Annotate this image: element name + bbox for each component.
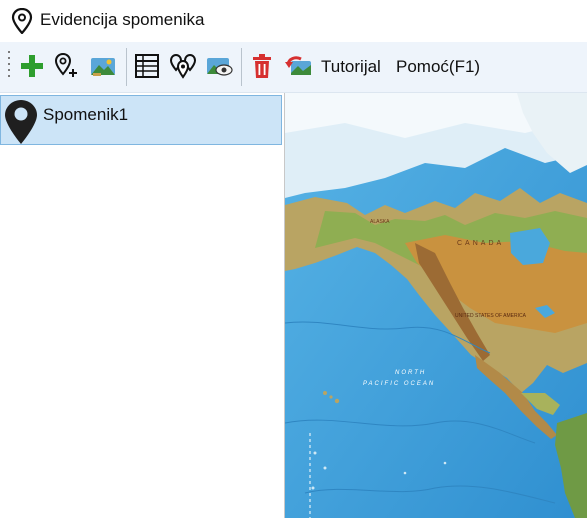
table-view-button[interactable] [132, 51, 162, 81]
multi-pin-icon [169, 53, 197, 79]
location-pin-icon [5, 100, 37, 144]
undo-arrow-icon [285, 56, 311, 75]
map-image-button[interactable] [88, 51, 118, 81]
toolbar-grip[interactable] [7, 51, 11, 81]
landscape-image-icon [91, 58, 115, 76]
map-label-north: NORTH [395, 370, 426, 376]
location-pin-plus-icon [54, 52, 77, 77]
map-label-pacific-ocean: PACIFIC OCEAN [363, 381, 435, 387]
tutorial-link[interactable]: Tutorijal [321, 57, 381, 77]
trash-icon [253, 54, 271, 78]
map-label-alaska: ALASKA [370, 219, 390, 225]
monument-list: Spomenik1 [0, 93, 285, 518]
add-button[interactable] [17, 51, 47, 81]
plus-icon [21, 55, 43, 77]
image-eye-icon [207, 58, 233, 76]
add-location-button[interactable] [52, 51, 82, 81]
help-link[interactable]: Pomoć(F1) [396, 57, 480, 77]
location-pin-icon [11, 8, 33, 34]
undo-button[interactable] [284, 51, 314, 81]
toolbar-separator [126, 48, 127, 86]
map-label-usa: UNITED STATES OF AMERICA [455, 313, 527, 319]
window-title: Evidencija spomenika [40, 10, 205, 29]
title-bar: Evidencija spomenika [0, 0, 587, 42]
world-map[interactable]: CANADA ALASKA UNITED STATES OF AMERICA N… [285, 93, 587, 518]
view-image-button[interactable] [204, 51, 234, 81]
list-item-label: Spomenik1 [43, 105, 129, 124]
map-image: CANADA ALASKA UNITED STATES OF AMERICA N… [285, 93, 587, 518]
toolbar-separator [241, 48, 242, 86]
list-item[interactable]: Spomenik1 [0, 95, 282, 145]
delete-button[interactable] [247, 51, 277, 81]
toolbar: Tutorijal Pomoć(F1) [0, 42, 587, 93]
multi-location-button[interactable] [168, 51, 198, 81]
table-icon [135, 54, 159, 78]
map-label-canada: CANADA [457, 240, 504, 247]
